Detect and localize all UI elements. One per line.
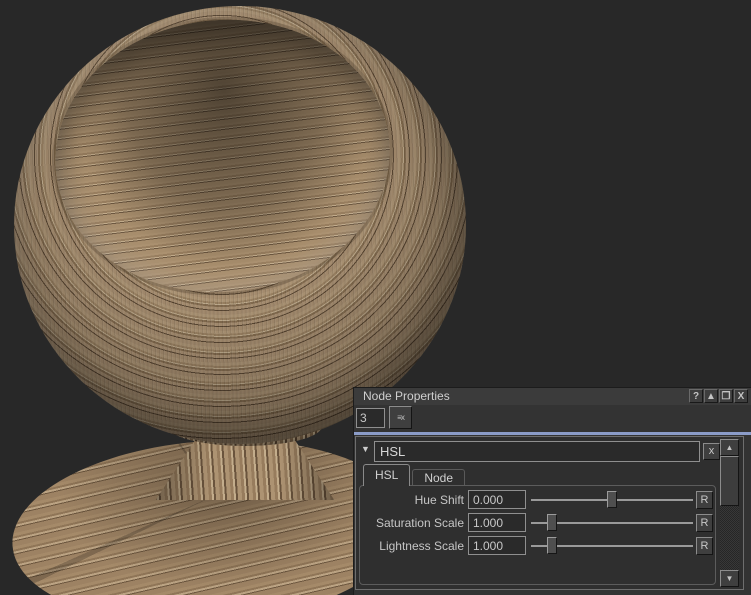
lightness-scale-input[interactable] xyxy=(468,536,526,555)
node-properties-panel: Node Properties ? ▲ ❐ X ≡x ▼ x HSL Node xyxy=(353,387,751,595)
lightness-scale-label: Lightness Scale xyxy=(362,539,468,553)
max-panels-input[interactable] xyxy=(356,408,385,428)
hue-shift-input[interactable] xyxy=(468,490,526,509)
panel-title: Node Properties xyxy=(363,389,450,404)
hue-shift-reset-button[interactable]: R xyxy=(696,491,713,509)
hue-shift-label: Hue Shift xyxy=(362,493,468,507)
scroll-down-icon[interactable]: ▼ xyxy=(720,570,739,587)
viewport: Node Properties ? ▲ ❐ X ≡x ▼ x HSL Node xyxy=(0,0,751,595)
slider-handle[interactable] xyxy=(547,514,557,531)
lightness-scale-reset-button[interactable]: R xyxy=(696,537,713,555)
material-preview-sphere xyxy=(14,6,466,444)
scrollbar[interactable]: ▲ ▼ xyxy=(720,439,739,587)
node-name-input[interactable] xyxy=(374,441,700,462)
saturation-scale-slider[interactable] xyxy=(531,513,693,532)
sphere-indentation xyxy=(44,6,401,306)
clear-panels-icon: ≡x xyxy=(397,413,404,422)
scrollbar-track[interactable] xyxy=(720,456,739,570)
lightness-scale-slider[interactable] xyxy=(531,536,693,555)
help-icon[interactable]: ? xyxy=(689,389,703,403)
saturation-scale-label: Saturation Scale xyxy=(362,516,468,530)
close-icon[interactable]: X xyxy=(734,389,748,403)
float-panel-icon[interactable]: ▲ xyxy=(704,389,718,403)
tab-bar: HSL Node xyxy=(363,464,467,486)
tab-hsl[interactable]: HSL xyxy=(363,464,410,486)
restore-icon[interactable]: ❐ xyxy=(719,389,733,403)
saturation-scale-row: Saturation Scale R xyxy=(360,511,715,534)
tab-node[interactable]: Node xyxy=(412,469,465,486)
collapse-triangle-icon[interactable]: ▼ xyxy=(361,444,370,454)
panel-titlebar: Node Properties ? ▲ ❐ X xyxy=(354,388,751,405)
close-node-panel-button[interactable]: x xyxy=(703,443,720,460)
scrollbar-thumb[interactable] xyxy=(720,456,739,506)
lightness-scale-row: Lightness Scale R xyxy=(360,534,715,557)
saturation-scale-input[interactable] xyxy=(468,513,526,532)
scroll-up-icon[interactable]: ▲ xyxy=(720,439,739,456)
titlebar-icons: ? ▲ ❐ X xyxy=(688,389,748,403)
clear-panels-button[interactable]: ≡x xyxy=(389,406,412,429)
node-panel-area: ▼ x HSL Node Hue Shift R Satur xyxy=(355,436,744,590)
focus-accent-line xyxy=(354,432,751,435)
hue-shift-row: Hue Shift R xyxy=(360,488,715,511)
slider-handle[interactable] xyxy=(547,537,557,554)
slider-handle[interactable] xyxy=(607,491,617,508)
saturation-scale-reset-button[interactable]: R xyxy=(696,514,713,532)
tab-content: Hue Shift R Saturation Scale R xyxy=(359,485,716,585)
hue-shift-slider[interactable] xyxy=(531,490,693,509)
